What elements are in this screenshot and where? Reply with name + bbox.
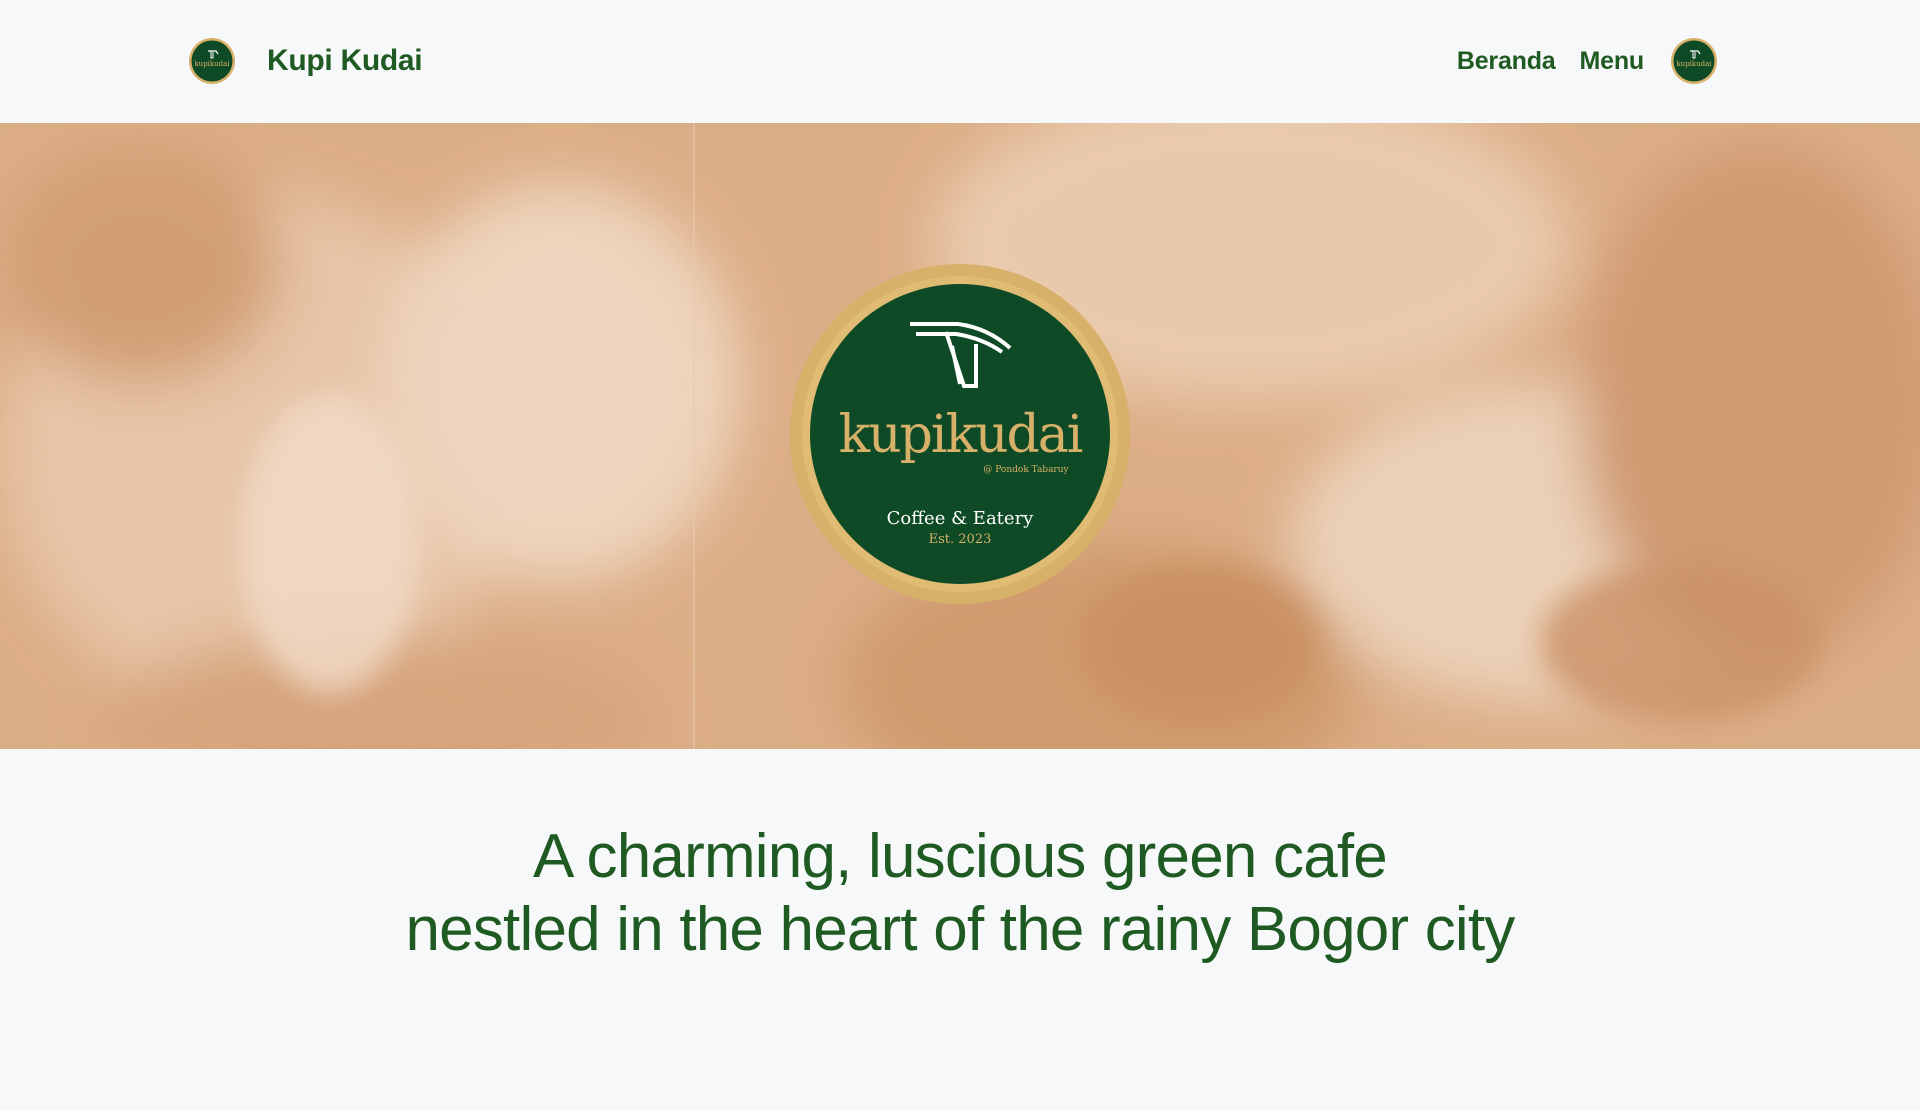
avatar-logo-icon[interactable]: kupikudai xyxy=(1670,37,1718,85)
logo-established: Est. 2023 xyxy=(929,532,992,547)
tagline-line-1: A charming, luscious green cafe xyxy=(532,822,1388,891)
logo-subtext: @ Pondok Tabaruy xyxy=(983,465,1069,475)
brand-name[interactable]: Kupi Kudai xyxy=(267,44,423,78)
kupikudai-logo-badge: kupikudai @ Pondok Tabaruy Coffee & Eate… xyxy=(790,264,1130,604)
tagline-line-2: nestled in the heart of the rainy Bogor … xyxy=(405,895,1515,964)
brand-logo-wordmark: kupikudai xyxy=(194,60,230,68)
logo-wordmark: kupikudai xyxy=(839,405,1083,465)
brand-logo-icon: kupikudai xyxy=(189,38,235,84)
logo-tagline: Coffee & Eatery xyxy=(887,508,1035,529)
avatar-logo-wordmark: kupikudai xyxy=(1676,60,1712,68)
nav-link-beranda[interactable]: Beranda xyxy=(1457,47,1556,76)
site-header: kupikudai Kupi Kudai Beranda Menu kupiku… xyxy=(0,0,1920,123)
brand-home-link[interactable]: kupikudai Kupi Kudai xyxy=(188,37,423,85)
main-nav: Beranda Menu kupikudai xyxy=(1457,37,1718,85)
hero-tagline: A charming, luscious green cafe nestled … xyxy=(0,820,1920,966)
nav-link-menu[interactable]: Menu xyxy=(1580,47,1645,76)
hero-banner: kupikudai @ Pondok Tabaruy Coffee & Eate… xyxy=(0,123,1920,749)
